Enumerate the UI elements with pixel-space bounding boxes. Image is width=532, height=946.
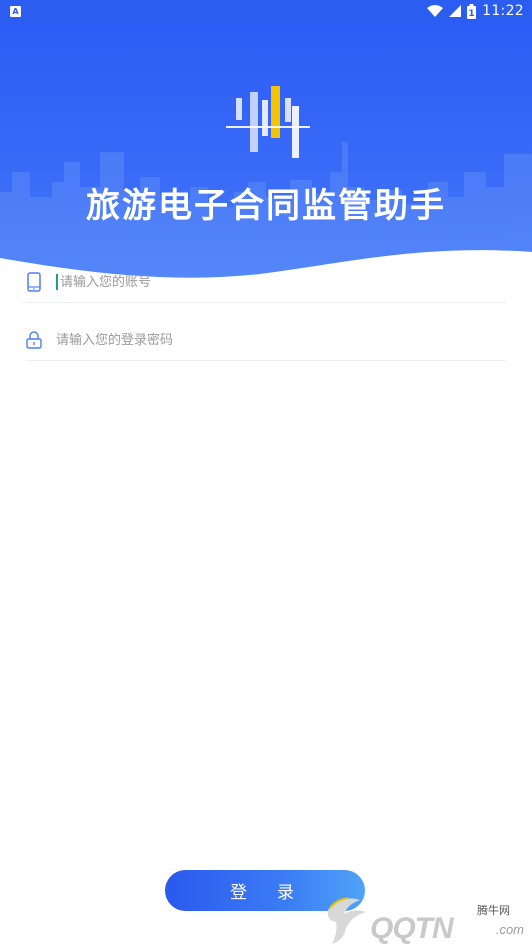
watermark-logo-icon — [327, 897, 366, 944]
login-screen: A 1 11:22 旅游电子合同监管助手 请输入您的账号 登录 腾牛网 QQTN… — [0, 0, 532, 946]
password-input[interactable] — [56, 332, 456, 348]
status-bar: A 1 11:22 — [0, 0, 532, 22]
status-time: 11:22 — [482, 3, 524, 19]
header-wave — [0, 250, 532, 292]
password-field[interactable] — [26, 320, 506, 361]
signal-icon — [449, 5, 462, 17]
wifi-icon — [427, 5, 444, 17]
watermark-cn: 腾牛网 — [477, 904, 510, 917]
phone-icon — [26, 271, 42, 293]
username-field[interactable] — [26, 262, 506, 303]
watermark-domain: .com — [495, 922, 524, 937]
notification-icon: A — [10, 5, 21, 17]
lock-icon — [26, 329, 42, 351]
battery-icon: 1 — [467, 3, 477, 19]
username-input[interactable] — [60, 274, 460, 290]
watermark: 腾牛网 QQTN .com — [322, 890, 532, 946]
text-cursor — [56, 274, 58, 290]
battery-level: 1 — [469, 9, 475, 19]
header-banner: 旅游电子合同监管助手 — [0, 22, 532, 292]
watermark-text: QQTN — [370, 912, 454, 945]
